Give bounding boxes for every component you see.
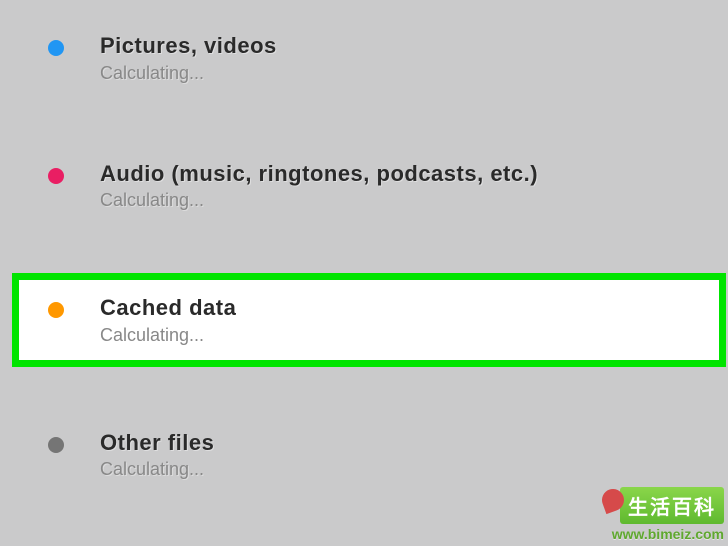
item-title: Pictures, videos xyxy=(100,32,277,61)
watermark: 生活百科 www.bimeiz.com xyxy=(612,487,724,542)
bullet-icon xyxy=(48,40,64,56)
item-status: Calculating... xyxy=(100,63,277,84)
storage-category-list: Pictures, videos Calculating... Audio (m… xyxy=(0,0,728,494)
bullet-icon xyxy=(48,437,64,453)
item-title: Cached data xyxy=(100,294,236,323)
item-title: Other files xyxy=(100,429,214,458)
storage-item-other-files[interactable]: Other files Calculating... xyxy=(0,415,728,495)
storage-item-pictures-videos[interactable]: Pictures, videos Calculating... xyxy=(0,18,728,98)
watermark-url: www.bimeiz.com xyxy=(612,526,724,542)
storage-item-cached-data[interactable]: Cached data Calculating... xyxy=(12,273,726,367)
watermark-logo: 生活百科 xyxy=(620,487,724,524)
item-status: Calculating... xyxy=(100,190,538,211)
item-title: Audio (music, ringtones, podcasts, etc.) xyxy=(100,160,538,189)
item-status: Calculating... xyxy=(100,325,236,346)
bullet-icon xyxy=(48,168,64,184)
item-text-block: Pictures, videos Calculating... xyxy=(100,32,277,84)
item-text-block: Audio (music, ringtones, podcasts, etc.)… xyxy=(100,160,538,212)
storage-item-audio[interactable]: Audio (music, ringtones, podcasts, etc.)… xyxy=(0,146,728,226)
bullet-icon xyxy=(48,302,64,318)
item-text-block: Other files Calculating... xyxy=(100,429,214,481)
item-status: Calculating... xyxy=(100,459,214,480)
item-text-block: Cached data Calculating... xyxy=(100,294,236,346)
